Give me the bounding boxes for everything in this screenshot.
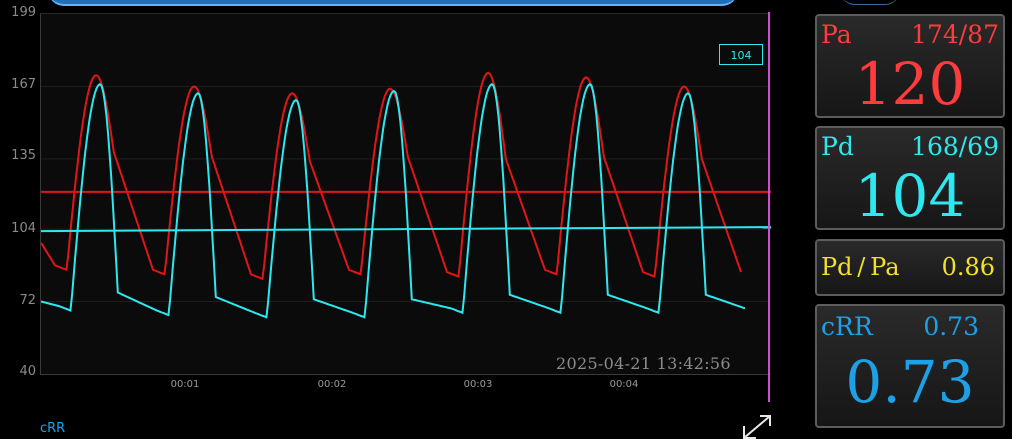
pa-waveform-line [41, 71, 742, 281]
crr-card[interactable]: cRR 0.73 0.73 [815, 304, 1005, 428]
y-tick-label: 199 [11, 5, 36, 20]
crr-label: cRR [821, 312, 873, 341]
pressure-monitor-screen: 199 167 135 104 72 40 00:01 00:02 00:03 … [0, 0, 1012, 439]
time-cursor[interactable] [768, 12, 770, 402]
top-tab-bar[interactable] [48, 0, 738, 6]
y-tick-label: 135 [11, 148, 36, 163]
pd-level-marker[interactable]: 104 [719, 44, 763, 65]
x-tick-label: 00:03 [463, 379, 493, 390]
pd-card[interactable]: Pd 168/69 104 [815, 126, 1005, 230]
pd-label: Pd [821, 132, 854, 161]
waveform-plot[interactable] [40, 13, 771, 375]
pd-pa-ratio-value: 0.86 [941, 253, 995, 281]
waveform-canvas [41, 71, 771, 319]
pa-range: 174/87 [911, 20, 999, 49]
pd-value: 104 [854, 162, 966, 230]
pa-label: Pa [821, 20, 852, 49]
x-tick-label: 00:04 [609, 379, 639, 390]
y-tick-label: 72 [19, 293, 36, 308]
crr-footer-label: cRR [40, 421, 66, 436]
timestamp-label: 2025-04-21 13:42:56 [556, 354, 731, 373]
x-tick-label: 00:02 [317, 379, 347, 390]
y-tick-label: 167 [11, 77, 36, 92]
pa-value: 120 [854, 50, 966, 118]
y-tick-label: 104 [11, 221, 36, 236]
crr-value: 0.73 [845, 348, 975, 416]
pd-waveform-line [41, 82, 746, 319]
pd-pa-ratio-card[interactable]: Pd / Pa 0.86 [815, 239, 1005, 296]
pd-range: 168/69 [911, 132, 999, 161]
x-tick-label: 00:01 [170, 379, 200, 390]
pd-pa-ratio-label: Pd / Pa [821, 253, 900, 281]
top-right-tab[interactable] [840, 0, 900, 5]
crr-range: 0.73 [923, 312, 979, 341]
pa-card[interactable]: Pa 174/87 120 [815, 14, 1005, 118]
y-tick-label: 40 [19, 364, 36, 379]
expand-icon[interactable] [742, 414, 772, 439]
